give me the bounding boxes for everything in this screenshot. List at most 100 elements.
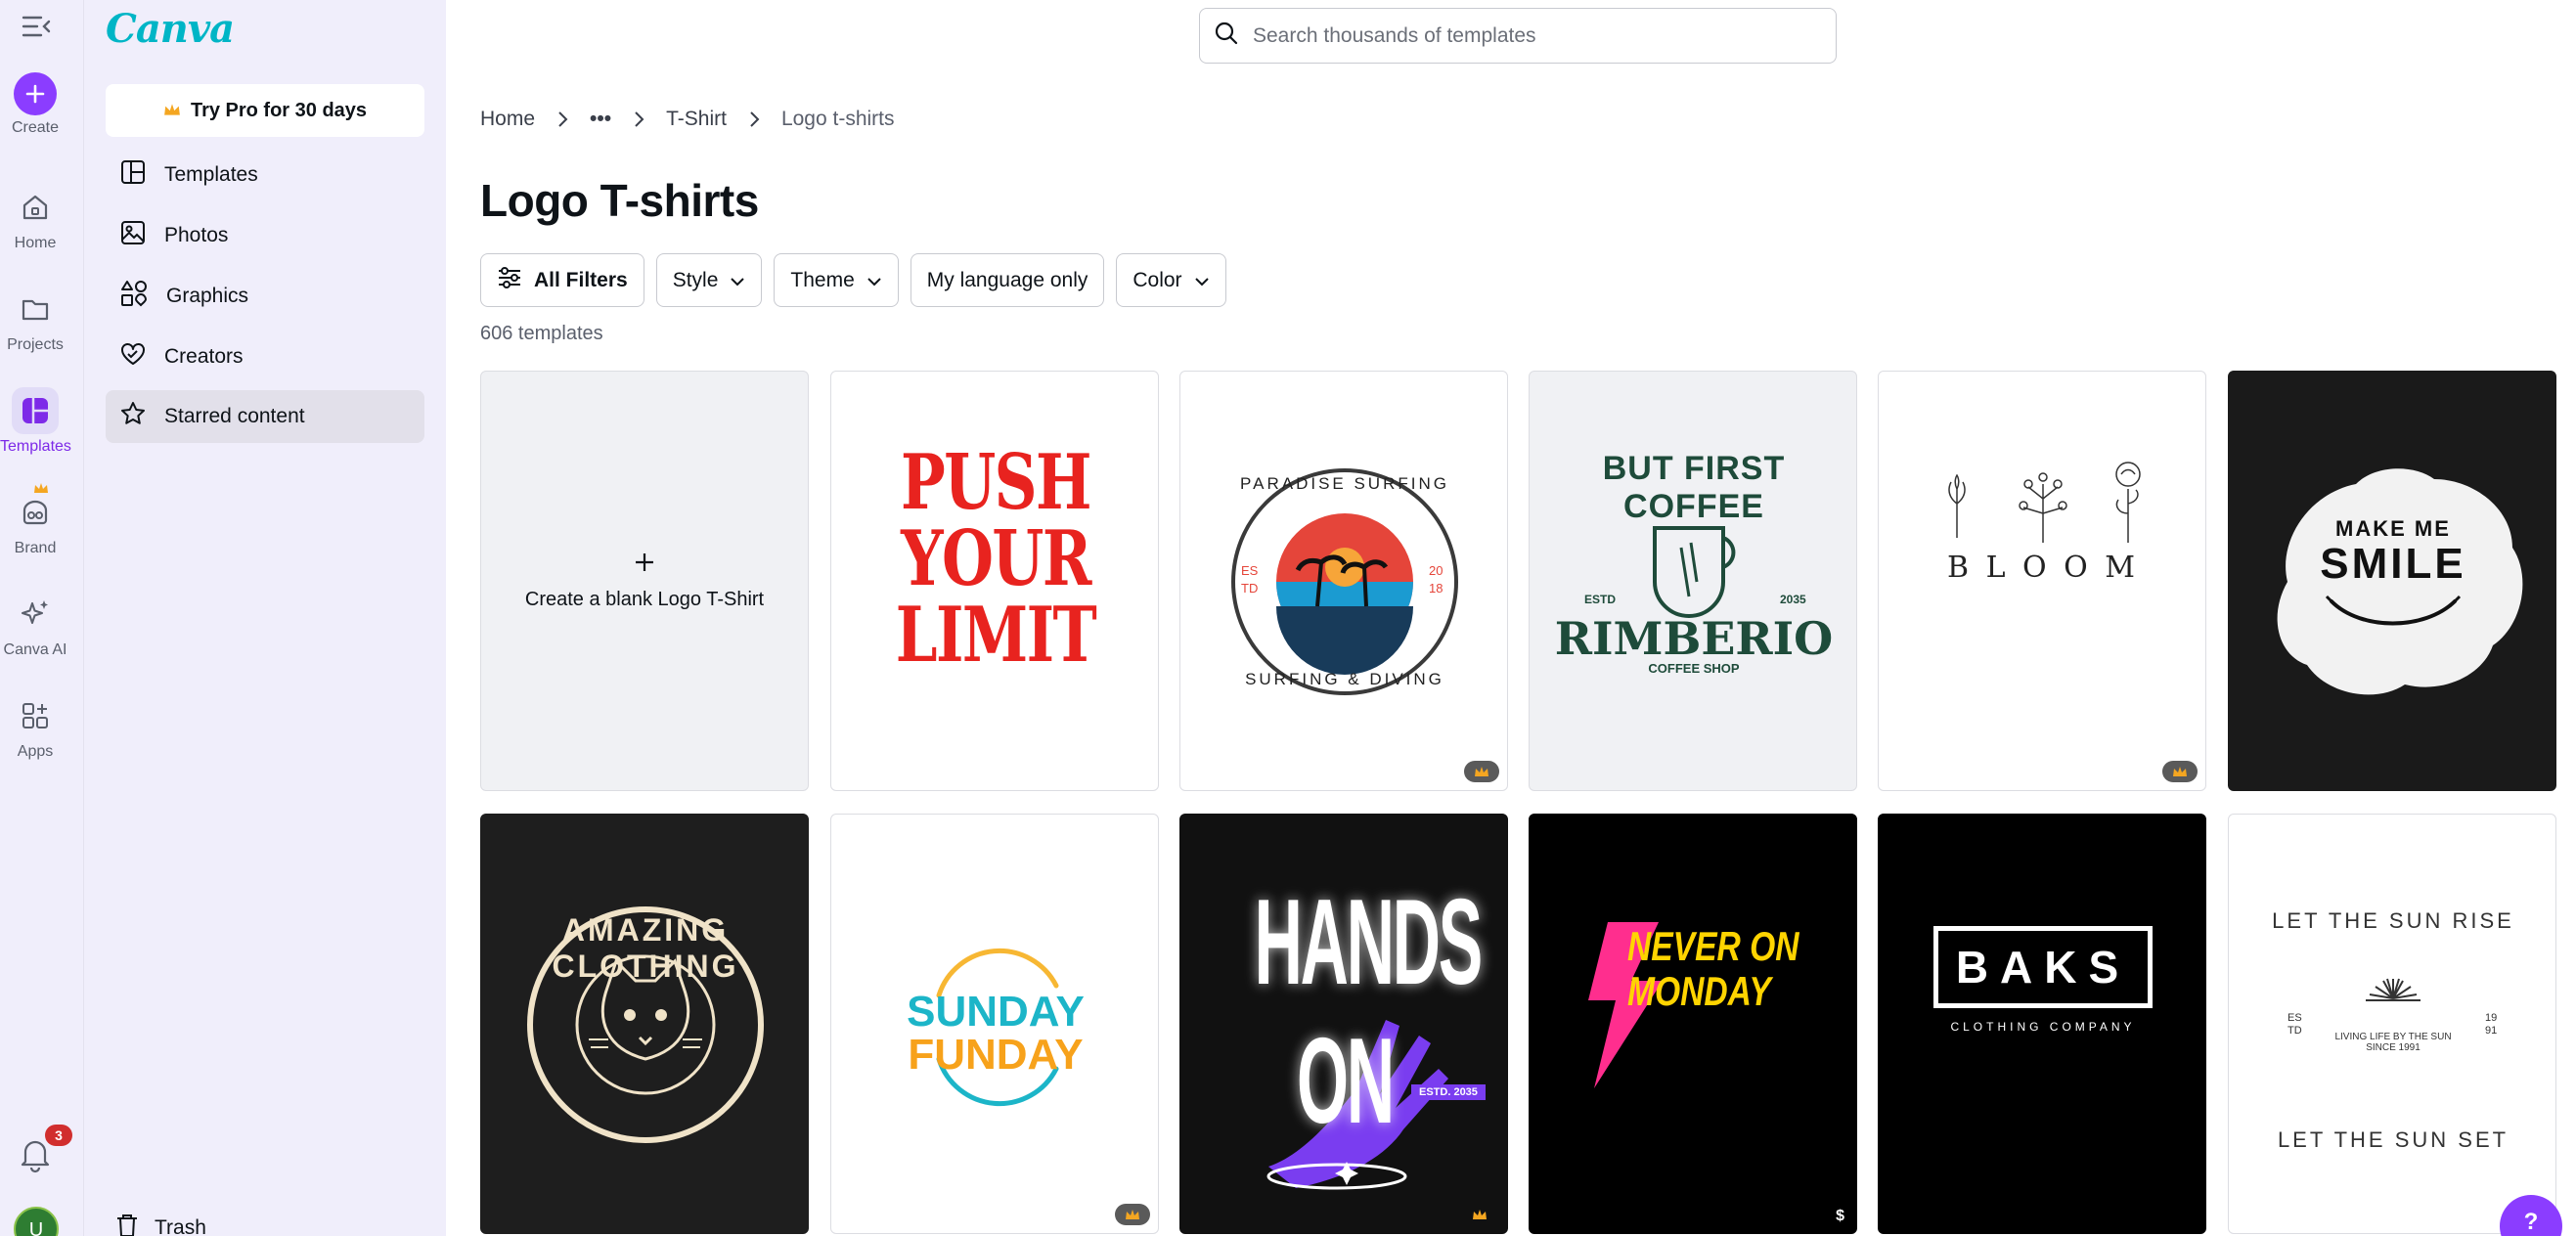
chevron-right-icon xyxy=(556,110,568,128)
breadcrumb-tshirt[interactable]: T-Shirt xyxy=(666,108,727,131)
template-text: YOUR xyxy=(901,514,1091,603)
sidebar-item-label: Creators xyxy=(164,345,244,368)
search-placeholder: Search thousands of templates xyxy=(1253,23,1536,47)
rail-create[interactable]: Create xyxy=(0,72,70,137)
canva-logo[interactable]: Canva xyxy=(106,6,235,52)
create-blank-card[interactable]: Create a blank Logo T-Shirt xyxy=(480,371,809,791)
template-card[interactable]: HANDS ON ESTD. 2035 xyxy=(1179,814,1508,1234)
template-text: TD xyxy=(2287,1025,2302,1037)
pro-crown-badge xyxy=(2162,761,2198,782)
template-text: 91 xyxy=(2485,1025,2498,1037)
heart-hand-icon xyxy=(119,340,147,374)
template-card[interactable]: PARADISE SURFING SURFING & DIVING ES TD 2… xyxy=(1179,371,1508,791)
template-card[interactable]: PUSH YOUR LIMIT xyxy=(830,371,1159,791)
template-card[interactable]: BUT FIRST COFFEE ESTD 2035 RIMBERIO COFF… xyxy=(1529,371,1857,791)
breadcrumb: Home ••• T-Shirt Logo t-shirts xyxy=(480,108,895,131)
try-pro-button[interactable]: Try Pro for 30 days xyxy=(106,84,424,137)
template-text: ES xyxy=(2287,1012,2302,1024)
template-text: HANDS ON xyxy=(1254,875,1484,1149)
rail-templates-label: Templates xyxy=(0,438,71,455)
breadcrumb-more[interactable]: ••• xyxy=(590,108,611,131)
template-text: MAKE ME xyxy=(2335,516,2451,541)
sparkle-icon xyxy=(12,591,59,638)
sidebar-item-trash[interactable]: Trash xyxy=(115,1213,206,1236)
template-text: MONDAY xyxy=(1627,968,1771,1014)
style-label: Style xyxy=(672,268,719,291)
rail-brand[interactable]: Brand xyxy=(0,483,70,557)
sun-rays-graphic xyxy=(2366,978,2421,1001)
brand-icon xyxy=(12,483,59,536)
template-text: SURFING & DIVING xyxy=(1245,670,1444,688)
rail-apps[interactable]: Apps xyxy=(0,692,70,761)
rail-templates[interactable]: Templates xyxy=(0,387,71,456)
sidebar-item-starred[interactable]: Starred content xyxy=(106,390,424,443)
plus-icon xyxy=(633,551,656,579)
rail-canva-ai[interactable]: Canva AI xyxy=(0,591,70,659)
template-text: ESTD xyxy=(1584,593,1617,606)
pro-crown-badge xyxy=(1115,1204,1150,1225)
search-icon xyxy=(1214,21,1239,52)
template-text: COFFEE SHOP xyxy=(1648,661,1740,676)
template-text: FUNDAY xyxy=(908,1031,1084,1079)
template-card[interactable]: LET THE SUN RISE LIVING LIFE BY THE SUN … xyxy=(2228,814,2556,1234)
color-label: Color xyxy=(1133,268,1182,291)
template-card[interactable]: AMAZING CLOTHING xyxy=(480,814,809,1234)
language-toggle[interactable]: My language only xyxy=(910,253,1105,307)
template-card[interactable]: NEVER ON MONDAY $ xyxy=(1529,814,1857,1234)
plus-icon xyxy=(14,72,57,115)
template-text: PUSH xyxy=(900,438,1092,527)
search-input[interactable]: Search thousands of templates xyxy=(1199,8,1837,64)
trash-label: Trash xyxy=(155,1216,206,1236)
template-text: AMAZING CLOTHING xyxy=(552,912,739,984)
avatar[interactable]: U xyxy=(14,1207,59,1236)
rail-apps-label: Apps xyxy=(17,743,54,760)
apps-icon xyxy=(12,692,59,739)
notification-badge: 3 xyxy=(45,1125,72,1146)
template-card[interactable]: BAKS CLOTHING COMPANY xyxy=(1878,814,2206,1234)
template-card[interactable]: SUNDAY FUNDAY xyxy=(830,814,1159,1234)
sidebar-item-templates[interactable]: Templates xyxy=(106,149,424,201)
sidebar-item-label: Starred content xyxy=(164,405,305,427)
template-text: BUT FIRST COFFEE xyxy=(1602,450,1786,525)
template-text: RIMBERIO xyxy=(1554,612,1834,665)
crown-icon xyxy=(1472,1208,1488,1225)
image-icon xyxy=(119,219,147,252)
rail-projects[interactable]: Projects xyxy=(0,286,70,354)
home-icon xyxy=(12,184,59,231)
template-text: 19 xyxy=(2485,1012,2498,1024)
style-dropdown[interactable]: Style xyxy=(655,253,763,307)
template-text: LIVING LIFE BY THE SUN SINCE 1991 xyxy=(2334,1032,2452,1053)
folder-icon xyxy=(12,286,59,332)
layout-icon xyxy=(119,158,147,192)
paid-badge: $ xyxy=(1836,1208,1844,1224)
rail-home[interactable]: Home xyxy=(0,184,70,252)
templates-icon xyxy=(12,387,59,434)
sidebar-item-photos[interactable]: Photos xyxy=(106,209,424,262)
cat-logo-graphic xyxy=(527,906,764,1143)
all-filters-button[interactable]: All Filters xyxy=(480,253,644,307)
sidebar-item-graphics[interactable]: Graphics xyxy=(106,270,424,323)
star-icon xyxy=(119,400,147,433)
template-text: 20 xyxy=(1429,563,1443,578)
template-card[interactable]: B L O O M xyxy=(1878,371,2206,791)
sidebar-item-label: Graphics xyxy=(166,285,249,307)
template-card[interactable]: MAKE ME SMILE xyxy=(2228,371,2556,791)
rail-create-label: Create xyxy=(11,119,60,136)
sidebar-item-creators[interactable]: Creators xyxy=(106,331,424,383)
sidebar-item-label: Templates xyxy=(164,163,258,186)
template-text: CLOTHING COMPANY xyxy=(1950,1020,2136,1034)
template-text: SMILE xyxy=(2320,540,2466,588)
template-text: ES xyxy=(1241,563,1259,578)
template-text: TD xyxy=(1241,581,1259,596)
template-text: 18 xyxy=(1429,581,1443,596)
color-dropdown[interactable]: Color xyxy=(1116,253,1226,307)
sidebar-item-label: Photos xyxy=(164,224,229,246)
sliders-icon xyxy=(497,266,522,295)
create-blank-label: Create a blank Logo T-Shirt xyxy=(524,589,765,610)
filter-bar: All Filters Style Theme My language only… xyxy=(480,253,1226,307)
left-rail: Create Home Projects Templates Brand Can… xyxy=(0,0,84,1236)
theme-dropdown[interactable]: Theme xyxy=(774,253,899,307)
breadcrumb-home[interactable]: Home xyxy=(480,108,535,131)
menu-toggle-icon[interactable] xyxy=(22,14,51,39)
try-pro-label: Try Pro for 30 days xyxy=(190,99,368,121)
